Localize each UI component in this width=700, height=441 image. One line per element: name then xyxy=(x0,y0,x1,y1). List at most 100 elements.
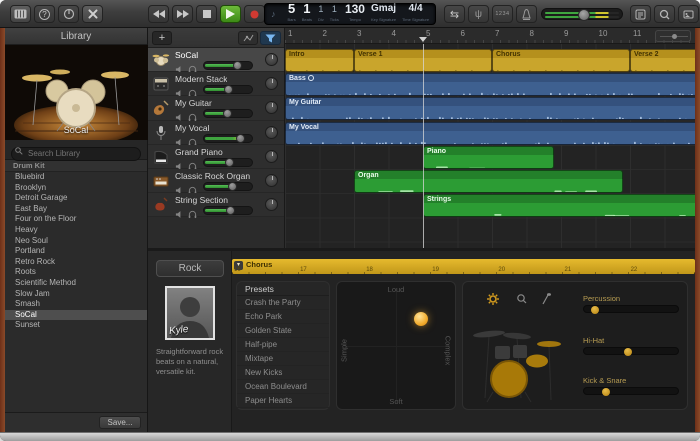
automation-button[interactable] xyxy=(238,31,258,45)
preset-item[interactable]: Ocean Boulevard xyxy=(237,380,329,394)
preset-item[interactable]: Crash the Party xyxy=(237,296,329,310)
drummer-photo[interactable]: Kyle xyxy=(165,286,215,340)
track-volume-slider[interactable] xyxy=(203,61,253,70)
kit-slider-track[interactable] xyxy=(583,387,679,396)
drum-kit-graphic[interactable] xyxy=(467,308,577,408)
track-header[interactable]: String Section xyxy=(148,193,284,219)
volume-knob[interactable] xyxy=(226,206,235,216)
region-intro[interactable]: Intro xyxy=(285,49,354,72)
library-category[interactable]: Drum Kit xyxy=(5,160,147,172)
library-item[interactable]: Scientific Method xyxy=(5,278,147,289)
track-header[interactable]: Grand Piano xyxy=(148,144,284,170)
preset-item[interactable]: New Kicks xyxy=(237,366,329,380)
library-item[interactable]: Detroit Garage xyxy=(5,193,147,204)
horizontal-zoom-slider[interactable] xyxy=(655,30,691,42)
track-volume-slider[interactable] xyxy=(203,157,253,167)
track-volume-slider[interactable] xyxy=(203,206,253,216)
pan-knob[interactable] xyxy=(265,77,278,91)
cycle-button[interactable]: ⇆ xyxy=(444,5,465,23)
library-item[interactable]: Slow Jam xyxy=(5,289,147,300)
genre-select-button[interactable]: Rock xyxy=(156,260,224,277)
region-my-vocal[interactable]: My Vocal xyxy=(285,121,695,145)
region-bass[interactable]: Bass xyxy=(285,73,695,97)
lcd-display[interactable]: ♪ 5 Bars 1 Beats 1 Div 1 Ticks 130 Tempo Gmaj K… xyxy=(264,2,436,25)
playhead[interactable] xyxy=(423,44,424,248)
ride-cymbal[interactable] xyxy=(503,332,531,340)
solo-icon[interactable] xyxy=(188,206,197,224)
region-strings[interactable]: Strings xyxy=(423,194,695,218)
kit-slider-track[interactable] xyxy=(583,347,679,356)
volume-knob[interactable] xyxy=(224,85,233,95)
mute-icon[interactable] xyxy=(175,206,184,224)
preset-item[interactable]: Mixtape xyxy=(237,352,329,366)
smart-controls-button[interactable] xyxy=(58,5,79,23)
media-browser-button[interactable] xyxy=(678,5,699,23)
tom-drum[interactable] xyxy=(513,345,527,358)
track-header[interactable]: SoCal xyxy=(148,48,284,74)
preset-item[interactable]: Paper Hearts xyxy=(237,394,329,408)
preset-item[interactable]: Half-pipe xyxy=(237,338,329,352)
region-chorus[interactable]: Chorus xyxy=(492,49,630,72)
library-item[interactable]: SoCal xyxy=(5,309,147,321)
track-header[interactable]: Classic Rock Organ xyxy=(148,168,284,195)
pan-knob[interactable] xyxy=(265,149,278,163)
kit-slider-knob[interactable] xyxy=(601,388,610,396)
save-button[interactable]: Save... xyxy=(99,416,141,429)
playhead-handle[interactable] xyxy=(419,37,427,46)
track-volume-slider[interactable] xyxy=(203,133,253,143)
editors-button[interactable] xyxy=(82,5,103,23)
track-header[interactable]: My Guitar xyxy=(148,96,284,122)
track-volume-slider[interactable] xyxy=(203,181,253,191)
count-in-button[interactable]: 1234 xyxy=(492,5,513,23)
pan-knob[interactable] xyxy=(265,125,278,139)
xy-pad[interactable]: Loud Soft Simple Complex xyxy=(336,281,456,410)
volume-knob[interactable] xyxy=(232,61,242,70)
volume-knob[interactable] xyxy=(236,133,245,143)
preset-item[interactable]: Golden State xyxy=(237,324,329,338)
search-input[interactable] xyxy=(11,146,141,161)
library-item[interactable]: Sunset xyxy=(5,320,147,331)
library-item[interactable]: Heavy xyxy=(5,225,147,236)
library-item[interactable]: Portland xyxy=(5,246,147,257)
master-volume-knob[interactable] xyxy=(578,9,591,21)
library-item[interactable]: Smash xyxy=(5,299,147,310)
track-header[interactable]: Modern Stack xyxy=(148,72,284,98)
kit-slider-knob[interactable] xyxy=(623,348,632,356)
region-piano[interactable]: Piano xyxy=(423,145,555,169)
library-item[interactable]: Four on the Floor xyxy=(5,214,147,225)
kit-slider-track[interactable] xyxy=(583,305,679,314)
pan-knob[interactable] xyxy=(265,173,278,187)
kit-slider-knob[interactable] xyxy=(591,306,600,314)
metronome-button[interactable] xyxy=(516,5,537,23)
region-organ[interactable]: Organ xyxy=(354,170,624,193)
pan-knob[interactable] xyxy=(265,198,278,212)
pan-knob[interactable] xyxy=(265,101,278,115)
tom-drum[interactable] xyxy=(495,346,510,359)
notepad-button[interactable] xyxy=(630,5,651,23)
track-volume-slider[interactable] xyxy=(203,109,253,119)
library-item[interactable]: Retro Rock xyxy=(5,257,147,268)
stop-button[interactable] xyxy=(196,5,217,23)
snare-drum[interactable] xyxy=(526,354,548,368)
editor-ruler[interactable]: ▾ Chorus 16 17 18 19 20 21 22 xyxy=(232,259,695,274)
region-my-guitar[interactable]: My Guitar xyxy=(285,97,695,121)
volume-knob[interactable] xyxy=(223,109,233,119)
preset-item[interactable]: Echo Park xyxy=(237,310,329,324)
mixer-button[interactable] xyxy=(260,31,281,45)
library-item[interactable]: Bluebird xyxy=(5,172,147,183)
forward-button[interactable] xyxy=(172,5,193,23)
track-header[interactable]: My Vocal xyxy=(148,120,284,146)
play-button[interactable] xyxy=(220,5,241,23)
add-track-button[interactable]: + xyxy=(152,31,172,45)
tuner-button[interactable]: ψ xyxy=(468,5,489,23)
library-item[interactable]: East Bay xyxy=(5,204,147,215)
rewind-button[interactable] xyxy=(148,5,169,23)
library-item[interactable]: Neo Soul xyxy=(5,236,147,247)
track-volume-slider[interactable] xyxy=(203,85,253,95)
master-volume-slider[interactable] xyxy=(541,8,623,21)
pan-knob[interactable] xyxy=(265,53,278,66)
quick-help-button[interactable]: ? xyxy=(34,5,55,23)
volume-knob[interactable] xyxy=(228,181,237,191)
library-item[interactable]: Brooklyn xyxy=(5,183,147,194)
hi-hat-cymbal[interactable] xyxy=(537,341,561,347)
